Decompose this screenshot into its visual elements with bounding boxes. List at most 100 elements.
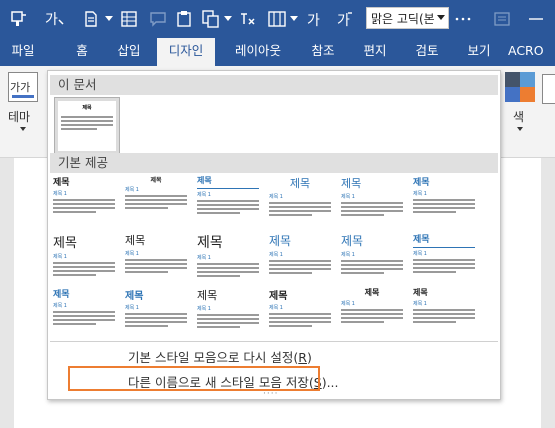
thumb-title: 제목 bbox=[413, 178, 430, 188]
thumb-heading: 제목 1 bbox=[197, 192, 211, 198]
style-set-thumb[interactable]: 제목 제목 1 bbox=[269, 175, 331, 233]
quick-access-toolbar: 가 가 가 맑은 고딕(본 bbox=[0, 0, 555, 38]
font-size-icon[interactable]: 가 bbox=[304, 8, 326, 30]
tab-layout[interactable]: 레이아웃 bbox=[226, 38, 290, 66]
link-icon[interactable] bbox=[236, 8, 258, 30]
thumb-title: 제목 bbox=[150, 177, 162, 184]
chevron-down-icon[interactable] bbox=[223, 8, 233, 30]
font-name-select[interactable]: 맑은 고딕(본 bbox=[366, 7, 449, 29]
thumb-heading: 제목 1 bbox=[197, 255, 211, 261]
tab-view[interactable]: 보기 bbox=[456, 38, 502, 66]
thumb-heading: 제목 1 bbox=[53, 303, 67, 309]
style-set-thumb[interactable]: 제목제목 1 bbox=[341, 287, 403, 345]
style-set-thumb[interactable]: 제목제목 1 bbox=[53, 232, 115, 290]
thumb-title: 제목 bbox=[197, 176, 212, 185]
thumb-title: 제목 bbox=[364, 288, 380, 297]
text-effects-icon[interactable]: 가 bbox=[42, 8, 68, 30]
thumb-heading: 제목 1 bbox=[341, 301, 355, 307]
tab-file[interactable]: 파일 bbox=[0, 38, 46, 66]
builtin-style-sets: 제목 제목 1 제목 제목 1 제목 제목 1 제목 제목 1 제목 제목 1 제목 제목 1 제목 제목… bbox=[48, 175, 502, 337]
reset-access-key: R bbox=[298, 350, 307, 365]
ribbon-tabs: 파일 홈 삽입 디자인 레이아웃 참조 편지 검토 보기 ACRO bbox=[0, 38, 555, 66]
fonts-icon[interactable] bbox=[542, 74, 555, 104]
style-set-thumb[interactable]: 제목제목 1 bbox=[197, 175, 259, 233]
style-set-thumb[interactable]: 제목 제목 1 bbox=[53, 175, 115, 233]
clipboard-icon[interactable] bbox=[174, 8, 194, 30]
colors-button[interactable]: 색 bbox=[505, 72, 537, 138]
thumb-heading: 제목 1 bbox=[125, 251, 139, 257]
tab-references[interactable]: 참조 bbox=[300, 38, 346, 66]
thumb-title: 제목 bbox=[197, 235, 223, 251]
thumb-title: 제목 bbox=[197, 289, 218, 302]
thumb-heading: 제목 1 bbox=[413, 301, 427, 307]
chevron-down-icon[interactable] bbox=[437, 15, 445, 20]
thumb-title: 제목 bbox=[125, 234, 146, 247]
phonetic-guide-icon[interactable]: 가 bbox=[334, 8, 356, 30]
current-style-set-thumb[interactable]: 제목 bbox=[54, 97, 120, 155]
colors-label: 색 bbox=[513, 110, 525, 124]
themes-button[interactable]: 가가 테마 bbox=[8, 72, 42, 138]
thumb-heading: 제목 1 bbox=[269, 252, 283, 258]
svg-text:가: 가 bbox=[307, 13, 320, 28]
style-set-thumb[interactable]: 제목제목 1 bbox=[413, 175, 475, 233]
thumb-title: 제목 bbox=[413, 288, 428, 297]
svg-text:가: 가 bbox=[337, 13, 350, 28]
thumb-title: 제목 bbox=[125, 291, 144, 302]
chevron-down-icon[interactable] bbox=[104, 8, 114, 30]
gallery-divider bbox=[50, 341, 498, 342]
thumb-heading: 제목 1 bbox=[125, 187, 139, 193]
style-set-thumb[interactable]: 제목제목 1 bbox=[125, 175, 187, 233]
thumb-heading: 제목 1 bbox=[413, 251, 427, 257]
style-set-thumb[interactable]: 제목제목 1 bbox=[197, 232, 259, 290]
thumb-title: 제목 bbox=[269, 234, 292, 248]
thumb-title: 제목 bbox=[82, 105, 92, 111]
copy-icon[interactable] bbox=[200, 8, 222, 30]
new-document-icon[interactable] bbox=[80, 8, 102, 30]
comment-icon[interactable] bbox=[148, 8, 168, 30]
thumb-title: 제목 bbox=[53, 178, 70, 188]
style-set-thumb[interactable]: 제목제목 1 bbox=[53, 287, 115, 345]
this-document-header: 이 문서 bbox=[50, 75, 498, 95]
tab-mailings[interactable]: 편지 bbox=[352, 38, 398, 66]
grid-icon[interactable] bbox=[118, 8, 140, 30]
style-set-thumb[interactable]: 제목 제목 1 bbox=[125, 287, 187, 345]
highlight-box bbox=[68, 366, 320, 391]
thumb-title: 제목 bbox=[53, 290, 70, 300]
thumb-title: 제목 bbox=[341, 177, 362, 190]
style-set-thumb[interactable]: 제목 제목 1 bbox=[269, 287, 331, 345]
theme-icon-text: 가가 bbox=[10, 81, 31, 94]
chevron-down-icon[interactable] bbox=[289, 8, 299, 30]
minimize-icon[interactable] bbox=[524, 8, 548, 30]
tab-home[interactable]: 홈 bbox=[62, 38, 102, 66]
format-painter-icon[interactable] bbox=[6, 8, 32, 30]
style-set-thumb[interactable]: 제목제목 1 bbox=[341, 175, 403, 233]
thumb-heading: 제목 1 bbox=[413, 191, 427, 197]
thumb-heading: 제목 1 bbox=[53, 254, 67, 260]
style-set-thumb[interactable]: 제목제목 1 bbox=[125, 232, 187, 290]
columns-icon[interactable] bbox=[266, 8, 288, 30]
tab-insert[interactable]: 삽입 bbox=[106, 38, 152, 66]
reset-style-set-item[interactable]: 기본 스타일 모음으로 다시 설정(R) bbox=[128, 347, 312, 366]
tab-design[interactable]: 디자인 bbox=[157, 38, 215, 66]
style-set-gallery: 이 문서 제목 기본 제공 제목 제목 1 제목 제목 1 제목 제목 1 제목 제목 1 제목… bbox=[47, 70, 501, 400]
tab-review[interactable]: 검토 bbox=[404, 38, 450, 66]
themes-label: 테마 bbox=[8, 110, 31, 124]
ribbon-display-icon[interactable] bbox=[492, 8, 512, 30]
more-icon[interactable] bbox=[454, 8, 472, 30]
tab-acrobat[interactable]: ACRO bbox=[508, 38, 555, 66]
reset-style-set-label: 기본 스타일 모음으로 다시 설정 bbox=[128, 350, 294, 365]
style-set-thumb[interactable]: 제목제목 1 bbox=[413, 287, 475, 345]
font-name-value: 맑은 고딕(본 bbox=[371, 12, 435, 26]
style-set-thumb[interactable]: 제목제목 1 bbox=[197, 287, 259, 345]
palette-icon bbox=[505, 72, 535, 102]
thumb-heading: 제목 1 bbox=[341, 194, 355, 200]
thumb-title: 제목 bbox=[289, 177, 311, 190]
style-set-thumb[interactable]: 제목 제목 1 bbox=[341, 232, 403, 290]
thumb-heading: 제목 1 bbox=[197, 306, 211, 312]
thumb-title: 제목 bbox=[53, 236, 77, 251]
theme-icon: 가가 bbox=[8, 72, 38, 102]
style-set-thumb[interactable]: 제목 제목 1 bbox=[413, 232, 475, 290]
style-set-thumb[interactable]: 제목제목 1 bbox=[269, 232, 331, 290]
builtin-header: 기본 제공 bbox=[50, 153, 498, 173]
thumb-title: 제목 bbox=[269, 291, 288, 302]
